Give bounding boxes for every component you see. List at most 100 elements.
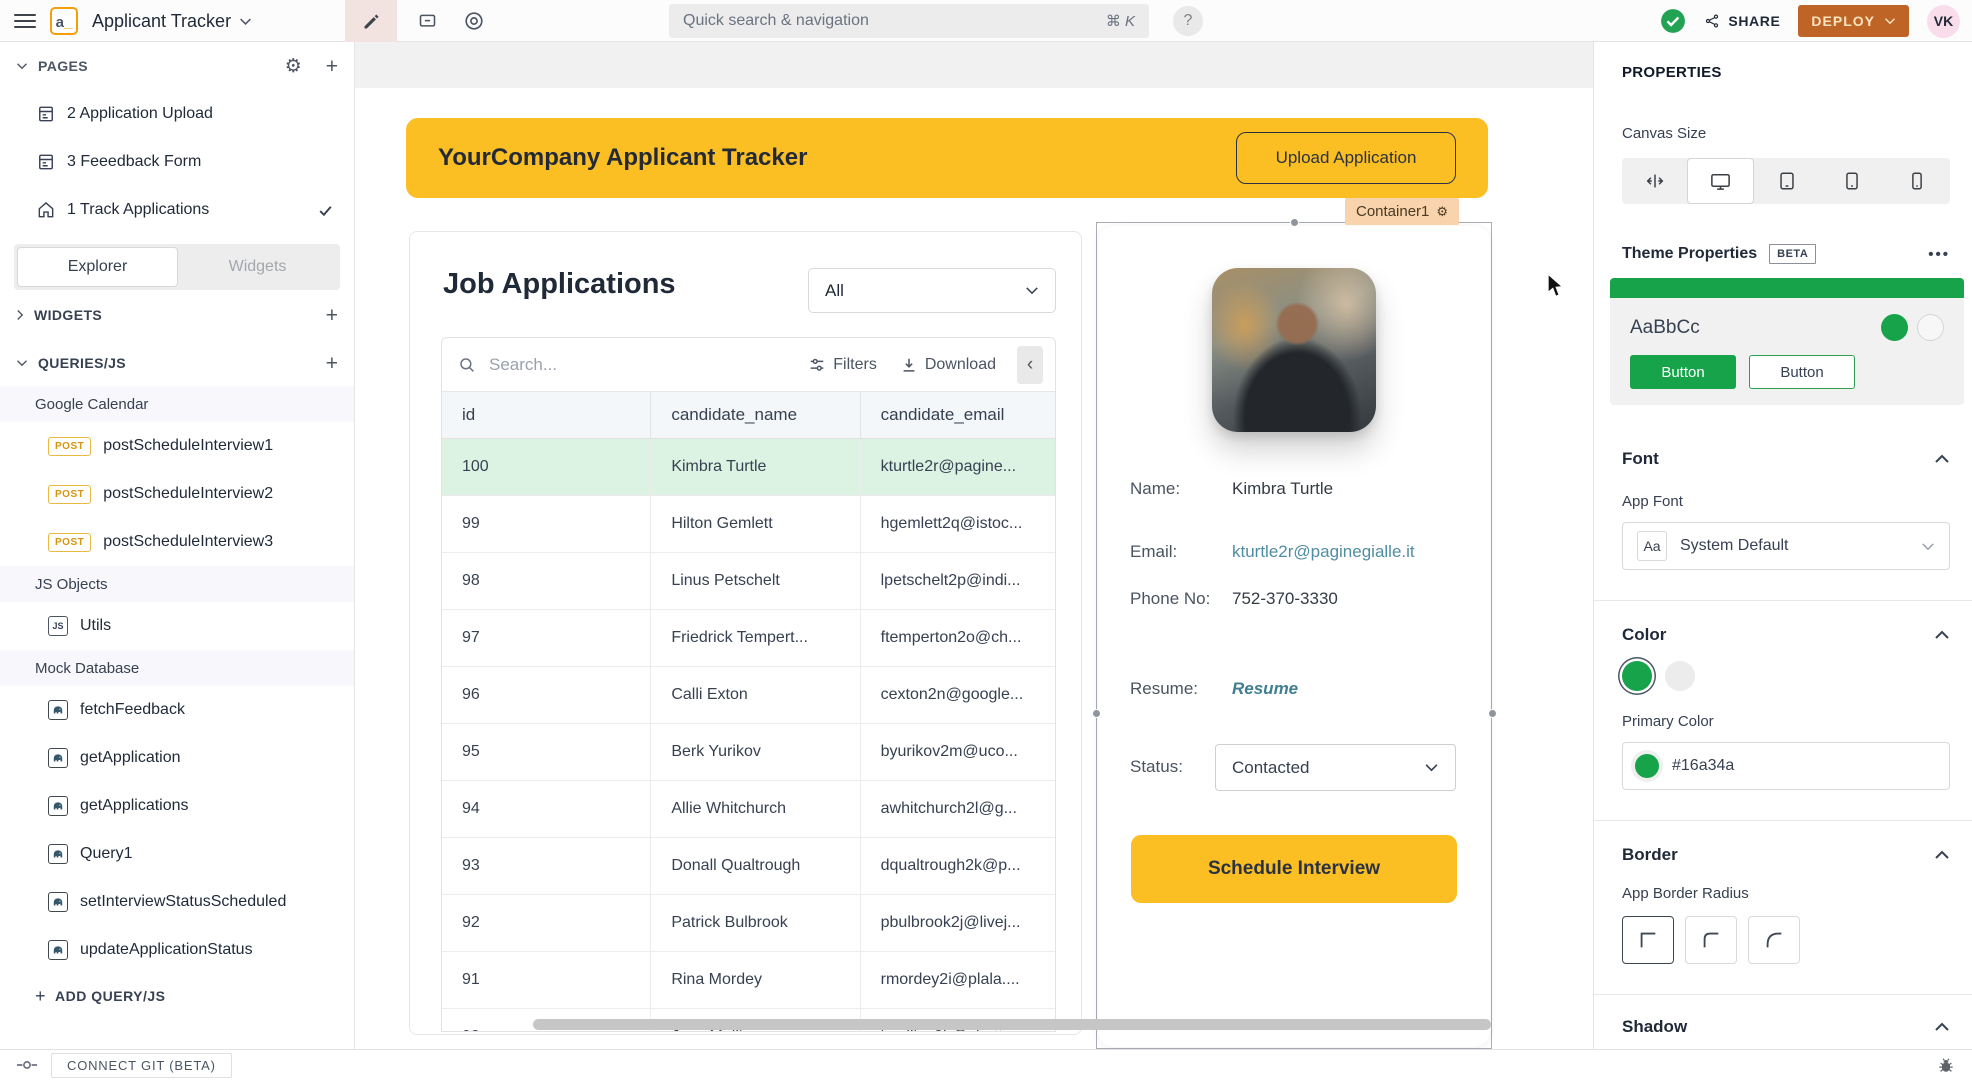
table-row[interactable]: 92Patrick Bulbrookpbulbrook2j@livej... [442, 895, 1055, 952]
sidebar-page-item[interactable]: 3 Feeedback Form [0, 138, 354, 186]
comment-mode-button[interactable] [405, 0, 449, 42]
gray-color-swatch[interactable] [1665, 661, 1695, 691]
deploy-label: DEPLOY [1811, 13, 1875, 29]
add-query-button[interactable]: + [326, 353, 338, 374]
table-row[interactable]: 99Hilton Gemletthgemlett2q@istoc... [442, 496, 1055, 553]
connect-git-button[interactable]: CONNECT GIT (BETA) [51, 1053, 232, 1078]
cell-id: 98 [442, 553, 651, 609]
deploy-button[interactable]: DEPLOY [1798, 5, 1909, 37]
field-value[interactable]: Resume [1232, 679, 1298, 699]
help-button[interactable]: ? [1173, 6, 1203, 36]
download-button[interactable]: Download [900, 356, 996, 374]
db-query-item[interactable]: getApplication [0, 734, 354, 782]
canvas-size-fluid-button[interactable] [1622, 158, 1687, 204]
table-row[interactable]: 97Friedrick Tempert...ftemperton2o@ch... [442, 610, 1055, 667]
cell-candidate-name: Berk Yurikov [651, 724, 860, 780]
queries-section-row[interactable]: QUERIES/JS + [0, 340, 354, 386]
container1-widget-tag[interactable]: Container1 ⚙ [1345, 198, 1459, 225]
column-header-candidate_name[interactable]: candidate_name [651, 392, 860, 438]
green-color-swatch[interactable] [1622, 661, 1652, 691]
db-query-item[interactable]: updateApplicationStatus [0, 926, 354, 974]
app-logo-icon[interactable]: a_ [50, 7, 78, 35]
resize-handle-left[interactable] [1092, 709, 1101, 718]
post-query-item[interactable]: POSTpostScheduleInterview2 [0, 470, 354, 518]
table-row[interactable]: 100Kimbra Turtlekturtle2r@pagine... [442, 439, 1055, 496]
post-query-item[interactable]: POSTpostScheduleInterview3 [0, 518, 354, 566]
cell-candidate-name: Donall Qualtrough [651, 838, 860, 894]
schedule-interview-button[interactable]: Schedule Interview [1131, 835, 1457, 903]
debug-bug-icon[interactable] [1936, 1055, 1956, 1075]
canvas-size-tablet-large-button[interactable] [1754, 158, 1819, 204]
canvas-size-mobile-button[interactable] [1885, 158, 1950, 204]
upload-application-button[interactable]: Upload Application [1236, 132, 1456, 184]
table-search-input[interactable]: Search... [489, 355, 557, 375]
widgets-section-row[interactable]: WIDGETS + [0, 292, 354, 338]
hamburger-menu-icon[interactable] [14, 14, 36, 29]
field-value[interactable]: kturtle2r@paginegialle.it [1232, 542, 1415, 562]
db-query-item[interactable]: getApplications [0, 782, 354, 830]
border-section-header: Border [1622, 845, 1950, 865]
add-query-js-button[interactable]: + ADD QUERY/JS [0, 974, 354, 1018]
canvas-size-tablet-button[interactable] [1820, 158, 1885, 204]
chevron-down-icon[interactable] [16, 62, 28, 70]
chevron-up-icon[interactable] [1934, 850, 1950, 860]
resize-handle-right[interactable] [1488, 709, 1497, 718]
cell-id: 95 [442, 724, 651, 780]
radius-none-button[interactable] [1622, 916, 1674, 964]
table-row[interactable]: 94Allie Whitchurchawhitchurch2l@g... [442, 781, 1055, 838]
radius-large-button[interactable] [1748, 916, 1800, 964]
app-title[interactable]: Applicant Tracker [92, 11, 252, 32]
chevron-up-icon[interactable] [1934, 1022, 1950, 1032]
table-row[interactable]: 96Calli Extoncexton2n@google... [442, 667, 1055, 724]
table-toolbar: Search... Filters Download ‹ [442, 338, 1055, 392]
pages-settings-gear-icon[interactable]: ⚙ [285, 57, 302, 76]
tab-widgets[interactable]: Widgets [178, 247, 337, 287]
chevron-up-icon[interactable] [1934, 454, 1950, 464]
theme-outline-button-preview[interactable]: Button [1749, 355, 1855, 389]
table-row[interactable]: 95Berk Yurikovbyurikov2m@uco... [442, 724, 1055, 781]
cell-candidate-name: Rina Mordey [651, 952, 860, 1008]
widget-settings-gear-icon[interactable]: ⚙ [1436, 204, 1448, 220]
theme-more-options-button[interactable]: ••• [1928, 246, 1950, 263]
theme-secondary-dot[interactable] [1917, 314, 1944, 341]
status-select[interactable]: Contacted [1215, 744, 1456, 791]
column-header-id[interactable]: id [442, 392, 651, 438]
share-button[interactable]: SHARE [1704, 13, 1780, 29]
post-query-item[interactable]: POSTpostScheduleInterview1 [0, 422, 354, 470]
resize-handle-top[interactable] [1290, 218, 1299, 227]
sidebar-page-item[interactable]: 1 Track Applications [0, 186, 354, 234]
app-header-widget[interactable]: YourCompany Applicant Tracker Upload App… [406, 118, 1488, 198]
tablet-icon [1841, 170, 1863, 192]
db-query-item[interactable]: Query1 [0, 830, 354, 878]
view-mode-button[interactable] [452, 0, 496, 42]
js-query-item[interactable]: JSUtils [0, 602, 354, 650]
radius-medium-button[interactable] [1685, 916, 1737, 964]
filters-button[interactable]: Filters [808, 356, 877, 374]
add-page-button[interactable]: + [326, 56, 338, 77]
collapse-panel-button[interactable]: ‹ [1017, 346, 1043, 384]
home-icon [36, 200, 56, 220]
queries-tree: Google CalendarPOSTpostScheduleInterview… [0, 386, 354, 974]
add-widget-button[interactable]: + [326, 305, 338, 326]
column-header-candidate_email[interactable]: candidate_email [861, 392, 1055, 438]
app-font-select[interactable]: Aa System Default [1622, 522, 1950, 570]
db-query-item[interactable]: fetchFeedback [0, 686, 354, 734]
user-avatar[interactable]: VK [1927, 5, 1960, 38]
status-filter-select[interactable]: All [808, 268, 1056, 313]
theme-solid-button-preview[interactable]: Button [1630, 355, 1736, 389]
quick-search-input[interactable]: Quick search & navigation ⌘ K [669, 4, 1149, 38]
tab-explorer[interactable]: Explorer [17, 247, 178, 287]
theme-primary-dot[interactable] [1881, 314, 1908, 341]
candidate-detail-card[interactable]: Name:Kimbra TurtleEmail:kturtle2r@pagine… [1098, 226, 1490, 1047]
edit-mode-button[interactable] [345, 0, 397, 42]
table-row[interactable]: 91Rina Mordeyrmordey2i@plala.... [442, 952, 1055, 1009]
canvas-size-desktop-button[interactable] [1687, 158, 1754, 204]
primary-color-input[interactable]: #16a34a [1622, 742, 1950, 790]
db-query-item[interactable]: setInterviewStatusScheduled [0, 878, 354, 926]
cell-candidate-name: Hilton Gemlett [651, 496, 860, 552]
table-row[interactable]: 98Linus Petscheltlpetschelt2p@indi... [442, 553, 1055, 610]
table-row[interactable]: 93Donall Qualtroughdqualtrough2k@p... [442, 838, 1055, 895]
horizontal-scrollbar[interactable] [533, 1019, 1491, 1030]
sidebar-page-item[interactable]: 2 Application Upload [0, 90, 354, 138]
chevron-up-icon[interactable] [1934, 630, 1950, 640]
